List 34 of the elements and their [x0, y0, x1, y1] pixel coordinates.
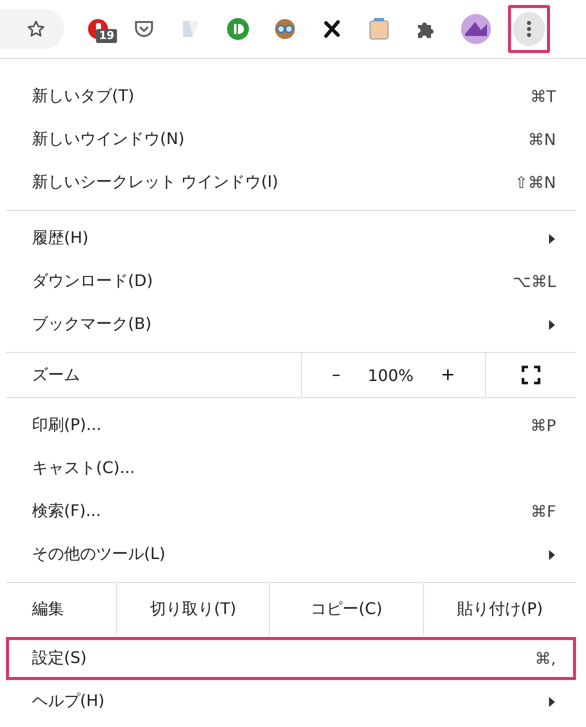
zoom-label: ズーム: [31, 364, 81, 386]
box-icon[interactable]: [367, 17, 391, 41]
menu-item[interactable]: 印刷(P)... ⌘P: [6, 404, 576, 447]
address-bar-end[interactable]: [0, 9, 64, 49]
menu-item[interactable]: ダウンロード(D) ⌥⌘L: [6, 260, 576, 303]
extension-badge: 19: [96, 29, 118, 43]
menu-item[interactable]: 新しいウインドウ(N) ⌘N: [6, 118, 576, 161]
edit-label: 編集: [31, 598, 65, 620]
menu-icon: [513, 12, 545, 46]
menu-item[interactable]: キャスト(C)...: [6, 447, 576, 490]
edit-action-button[interactable]: 切り取り(T): [116, 583, 270, 635]
goggles-icon[interactable]: [273, 17, 297, 41]
submenu-arrow-icon: [548, 696, 556, 706]
profile-avatar[interactable]: [461, 14, 491, 44]
edit-action-button[interactable]: コピー(C): [269, 583, 423, 635]
menu-item[interactable]: 設定(S) ⌘,: [6, 637, 576, 680]
menu-item[interactable]: 新しいシークレット ウインドウ(I) ⇧⌘N: [6, 161, 576, 204]
zoom-in-button[interactable]: +: [434, 361, 461, 389]
menu-item[interactable]: 検索(F)... ⌘F: [6, 490, 576, 533]
star-icon[interactable]: [26, 19, 46, 39]
menu-item[interactable]: 履歴(H): [6, 217, 576, 260]
edit-action-button[interactable]: 貼り付け(P): [422, 583, 576, 635]
circle-logo-icon[interactable]: [226, 17, 250, 41]
fullscreen-icon: [521, 365, 541, 385]
menu-item[interactable]: ブックマーク(B): [6, 303, 576, 346]
menu-item[interactable]: ヘルプ(H): [6, 680, 576, 723]
menu-item[interactable]: その他のツール(L): [6, 533, 576, 576]
submenu-arrow-icon: [548, 234, 556, 244]
zoom-out-button[interactable]: –: [326, 361, 346, 389]
zoom-value: 100%: [368, 366, 414, 384]
menu-button[interactable]: [508, 5, 550, 53]
submenu-arrow-icon: [548, 550, 556, 560]
menu-item[interactable]: 新しいタブ(T) ⌘T: [6, 75, 576, 118]
submenu-arrow-icon: [548, 320, 556, 330]
